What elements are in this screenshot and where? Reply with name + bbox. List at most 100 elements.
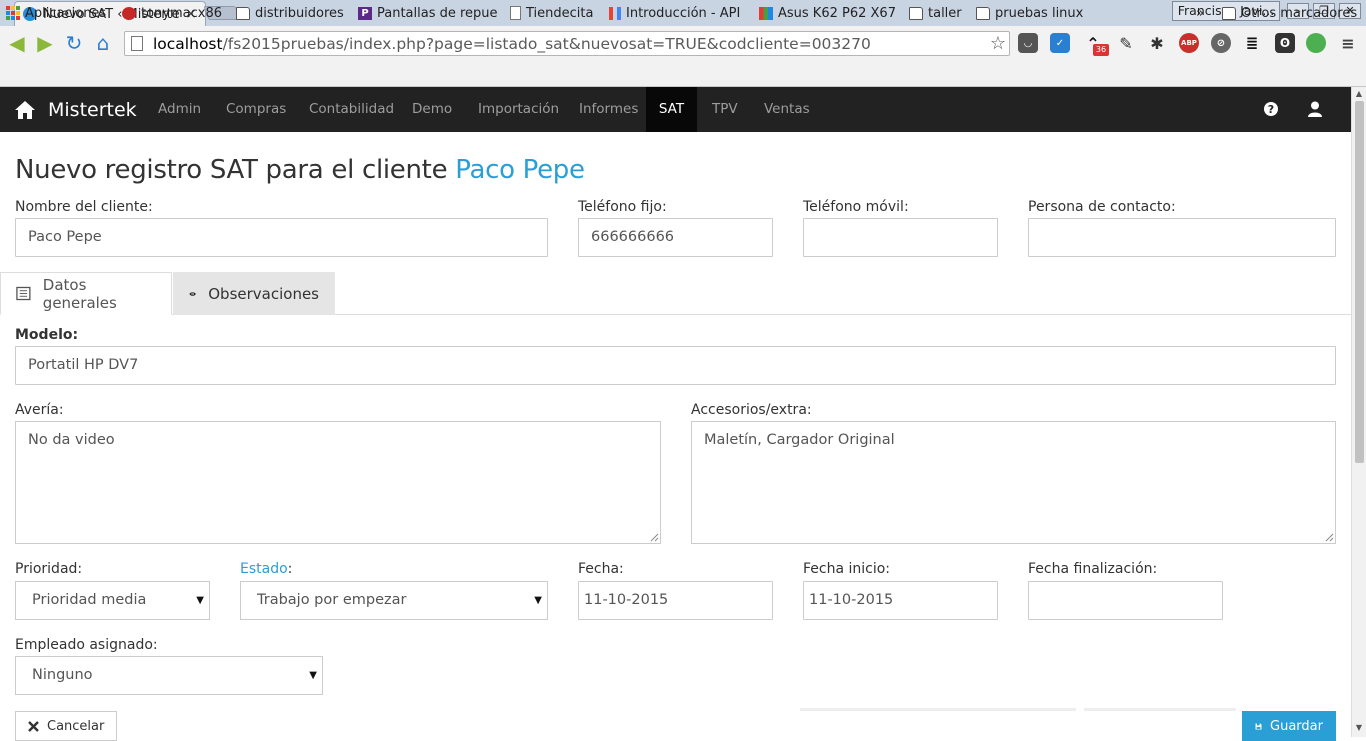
gear-extension-icon[interactable]: ⊘	[1211, 33, 1231, 53]
page-title: Nuevo registro SAT para el cliente Paco …	[15, 155, 585, 185]
bookmark-item[interactable]: Tiendecita	[510, 3, 593, 23]
nav-contabilidad[interactable]: Contabilidad	[309, 87, 394, 132]
cancel-label: Cancelar	[47, 718, 105, 734]
empleado-select[interactable]: Ninguno ▼	[15, 656, 323, 695]
bookmark-label: taller	[928, 5, 962, 21]
bookmark-item[interactable]: tonymacx86	[122, 3, 222, 23]
resize-handle-icon[interactable]	[650, 533, 659, 542]
fecha-label: Fecha:	[578, 561, 624, 577]
app-navbar: Mistertek Admin Compras Contabilidad Dem…	[0, 87, 1351, 132]
owl-icon[interactable]: ʘ	[1275, 33, 1295, 53]
prioridad-label: Prioridad:	[15, 561, 83, 577]
bookmark-label: tonymacx86	[141, 5, 222, 21]
page-scrollbar[interactable]: ▲ ▼	[1351, 87, 1366, 737]
bug-icon[interactable]: ✱	[1147, 33, 1167, 53]
bookmark-item[interactable]: taller	[909, 3, 962, 23]
eyedropper-icon[interactable]: ✎	[1116, 33, 1136, 53]
brand-link[interactable]: Mistertek	[14, 87, 137, 132]
title-prefix: Nuevo registro SAT para el cliente	[15, 155, 448, 185]
contacto-label: Persona de contacto:	[1028, 199, 1176, 215]
contacto-field[interactable]	[1028, 218, 1336, 257]
bookmark-item[interactable]: Asus K62 P62 X67	[759, 3, 899, 23]
client-link[interactable]: Paco Pepe	[455, 155, 585, 185]
nav-tpv[interactable]: TPV	[712, 87, 738, 132]
bookmark-item[interactable]: Aplicaciones	[6, 3, 106, 23]
tab-label: Datos generales	[42, 275, 117, 312]
accesorios-label: Accesorios/extra:	[691, 402, 812, 418]
url-path: /fs2015pruebas/index.php?page=listado_sa…	[222, 34, 871, 53]
estado-select[interactable]: Trabajo por empezar ▼	[240, 581, 548, 620]
home-icon[interactable]: ⌂	[91, 32, 115, 54]
scroll-thumb[interactable]	[1355, 101, 1364, 463]
divider	[800, 708, 1076, 711]
scroll-up-icon[interactable]: ▲	[1354, 89, 1364, 98]
layers-icon[interactable]: ≣	[1242, 33, 1262, 53]
folder-icon	[976, 6, 990, 20]
bookmark-star-icon[interactable]: ☆	[987, 33, 1009, 54]
bookmarks-bar	[0, 61, 1366, 87]
nombre-field[interactable]: Paco Pepe	[15, 218, 548, 257]
pocket-icon[interactable]: ◡	[1018, 33, 1038, 53]
modelo-label: Modelo:	[15, 327, 79, 343]
fecha-field[interactable]: 11-10-2015	[578, 581, 773, 620]
back-icon[interactable]: ◀	[5, 32, 29, 54]
save-label: Guardar	[1270, 718, 1323, 734]
google-api-icon	[609, 6, 621, 20]
dropdown-caret-icon: ▼	[534, 595, 542, 606]
accesorios-textarea[interactable]: Maletín, Cargador Original	[691, 421, 1336, 544]
resize-handle-icon[interactable]	[1325, 533, 1334, 542]
fecha-inicio-field[interactable]: 11-10-2015	[803, 581, 998, 620]
user-icon[interactable]	[1306, 100, 1324, 118]
bookmark-label: distribuidores	[255, 5, 344, 21]
nav-informes[interactable]: Informes	[579, 87, 638, 132]
url-host: localhost	[153, 34, 223, 53]
bookmark-label: Pantallas de repue	[377, 5, 498, 21]
bookmarks-overflow-button[interactable]: »	[1196, 3, 1204, 23]
bookmark-item[interactable]: Introducción - API	[609, 3, 745, 23]
tab-observaciones[interactable]: Observaciones	[173, 272, 335, 315]
nav-admin[interactable]: Admin	[158, 87, 201, 132]
fecha-fin-label: Fecha finalización:	[1028, 561, 1158, 577]
averia-value: No da video	[28, 432, 115, 448]
list-icon	[16, 286, 31, 301]
tel-movil-field[interactable]	[803, 218, 998, 257]
tel-fijo-field[interactable]: 666666666	[578, 218, 773, 257]
averia-label: Avería:	[15, 402, 64, 418]
tel-fijo-label: Teléfono fijo:	[578, 199, 667, 215]
adblock-icon[interactable]: ABP	[1179, 33, 1199, 53]
address-bar[interactable]: localhost/fs2015pruebas/index.php?page=l…	[124, 31, 1010, 56]
tv-icon	[759, 6, 773, 20]
nav-importacion[interactable]: Importación	[478, 87, 559, 132]
menu-icon[interactable]: ≡	[1338, 33, 1358, 53]
checkmark-icon[interactable]: ✓	[1050, 33, 1070, 53]
bookmark-item[interactable]: P Pantallas de repue	[358, 3, 498, 23]
help-icon[interactable]: ?	[1262, 100, 1280, 118]
other-bookmarks[interactable]: Otros marcadores	[1222, 3, 1357, 23]
bookmark-item[interactable]: pruebas linux	[976, 3, 1083, 23]
accesorios-value: Maletín, Cargador Original	[704, 432, 895, 448]
tab-datos-generales[interactable]: Datos generales	[0, 272, 172, 315]
forward-icon[interactable]: ▶	[33, 32, 57, 54]
fecha-fin-field[interactable]	[1028, 581, 1223, 620]
modelo-field[interactable]: Portatil HP DV7	[15, 346, 1336, 385]
averia-textarea[interactable]: No da video	[15, 421, 661, 544]
bookmark-item[interactable]: distribuidores	[236, 3, 344, 23]
prioridad-select[interactable]: Prioridad media ▼	[15, 581, 210, 620]
evernote-icon[interactable]	[1306, 33, 1326, 53]
empleado-value: Ninguno	[32, 667, 93, 683]
nav-ventas[interactable]: Ventas	[764, 87, 810, 132]
nav-sat[interactable]: SAT	[646, 87, 697, 132]
floppy-disk-icon	[1255, 723, 1262, 729]
extension-badge: 36	[1093, 44, 1109, 56]
p-logo-icon: P	[358, 6, 372, 20]
estado-link[interactable]: Estado	[240, 561, 288, 577]
close-icon	[28, 720, 39, 732]
fecha-inicio-label: Fecha inicio:	[803, 561, 891, 577]
home-icon	[15, 100, 35, 119]
scroll-down-icon[interactable]: ▼	[1354, 723, 1364, 732]
reload-icon[interactable]: ↻	[62, 32, 86, 54]
nav-demo[interactable]: Demo	[412, 87, 452, 132]
prioridad-value: Prioridad media	[32, 592, 147, 608]
estado-value: Trabajo por empezar	[257, 592, 407, 608]
nav-compras[interactable]: Compras	[226, 87, 286, 132]
